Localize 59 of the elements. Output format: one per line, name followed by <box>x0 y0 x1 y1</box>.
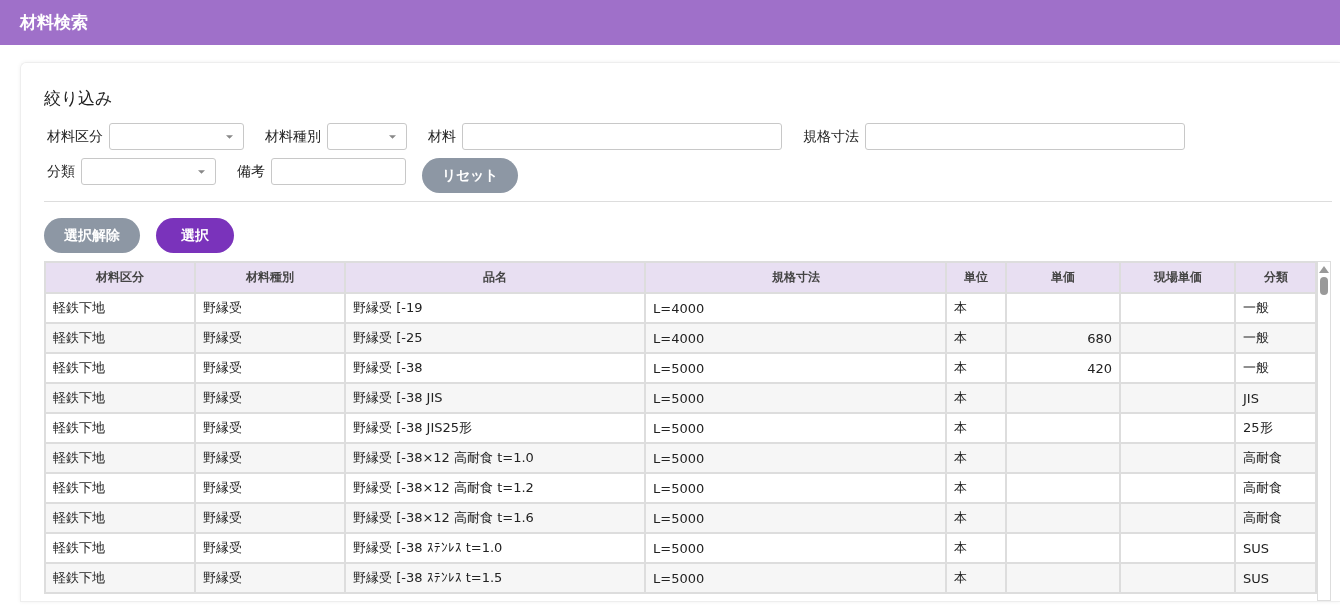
column-header[interactable]: 材料種別 <box>195 262 345 293</box>
table-cell: 本 <box>946 563 1006 593</box>
column-header[interactable]: 単価 <box>1006 262 1120 293</box>
dropdown-field[interactable] <box>81 158 216 185</box>
scrollbar-thumb[interactable] <box>1320 277 1328 295</box>
table-cell: SUS <box>1235 563 1316 593</box>
table-cell: 高耐食 <box>1235 443 1316 473</box>
table-cell: 野縁受 <box>195 503 345 533</box>
table-cell: 本 <box>946 383 1006 413</box>
column-header[interactable]: 分類 <box>1235 262 1316 293</box>
table-cell: 高耐食 <box>1235 503 1316 533</box>
field-label: 規格寸法 <box>802 127 859 146</box>
dropdown-field[interactable] <box>327 123 407 150</box>
table-cell: 本 <box>946 323 1006 353</box>
table-cell: L=5000 <box>645 563 946 593</box>
caret-icon <box>198 169 205 174</box>
table-cell: 軽鉄下地 <box>45 323 195 353</box>
table-cell: 野縁受 <box>195 443 345 473</box>
table-cell: 野縁受 <box>195 323 345 353</box>
page-title: 材料検索 <box>20 11 88 34</box>
table-cell: 野縁受 [-38×12 高耐食 t=1.0 <box>345 443 645 473</box>
column-header[interactable]: 品名 <box>345 262 645 293</box>
table-cell: L=5000 <box>645 503 946 533</box>
column-header[interactable]: 規格寸法 <box>645 262 946 293</box>
table-cell: L=5000 <box>645 443 946 473</box>
table-cell: 野縁受 <box>195 383 345 413</box>
table-cell: 軽鉄下地 <box>45 383 195 413</box>
table-cell: 軽鉄下地 <box>45 443 195 473</box>
table-cell: 野縁受 [-25 <box>345 323 645 353</box>
caret-icon <box>226 134 233 139</box>
field-label: 材料区分 <box>46 127 103 146</box>
section-title: 絞り込み <box>44 87 113 110</box>
table-cell: L=5000 <box>645 383 946 413</box>
table-cell: 一般 <box>1235 323 1316 353</box>
column-header[interactable]: 単位 <box>946 262 1006 293</box>
input-field[interactable] <box>865 123 1185 150</box>
table-cell: 680 <box>1006 323 1120 353</box>
table-cell: 野縁受 [-38 JIS <box>345 383 645 413</box>
table-cell: 野縁受 <box>195 563 345 593</box>
select-button[interactable]: 選択 <box>156 218 234 253</box>
input-field[interactable] <box>462 123 782 150</box>
table-cell: 軽鉄下地 <box>45 503 195 533</box>
field-label: 材料 <box>427 127 456 146</box>
field-label: 分類 <box>46 162 75 181</box>
table-cell: JIS <box>1235 383 1316 413</box>
table-cell: 本 <box>946 443 1006 473</box>
column-header[interactable]: 現場単価 <box>1120 262 1235 293</box>
table-cell: 野縁受 [-38 ｽﾃﾝﾚｽ t=1.5 <box>345 563 645 593</box>
caret-icon <box>389 134 396 139</box>
input-field[interactable] <box>271 158 406 185</box>
table-cell: L=4000 <box>645 323 946 353</box>
field-label: 備考 <box>236 162 265 181</box>
table-cell: 野縁受 [-38×12 高耐食 t=1.6 <box>345 503 645 533</box>
dropdown-field[interactable] <box>109 123 244 150</box>
field-label: 材料種別 <box>264 127 321 146</box>
column-header[interactable]: 材料区分 <box>45 262 195 293</box>
table-cell: 本 <box>946 503 1006 533</box>
table-cell: 軽鉄下地 <box>45 563 195 593</box>
scrollbar[interactable] <box>1317 261 1331 601</box>
